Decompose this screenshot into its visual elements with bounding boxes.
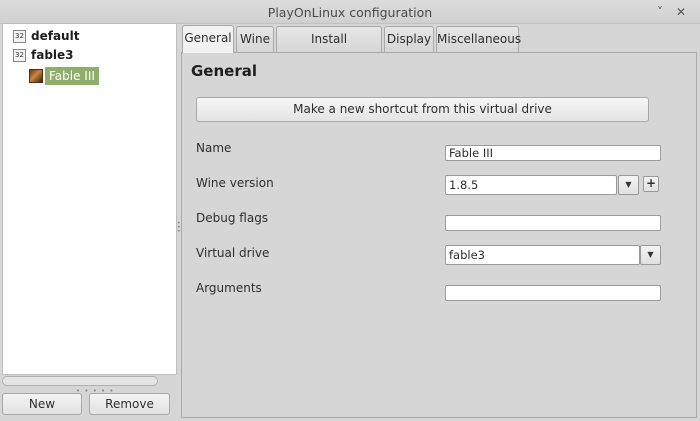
add-wine-version-button[interactable]: + bbox=[643, 176, 659, 192]
wine-version-label: Wine version bbox=[196, 176, 274, 190]
minimize-icon[interactable]: ˅ bbox=[652, 4, 668, 20]
wine-version-select[interactable]: 1.8.5 bbox=[445, 175, 617, 195]
tab-display[interactable]: Display bbox=[384, 26, 434, 52]
arguments-field[interactable] bbox=[445, 285, 661, 301]
name-field[interactable]: Fable III bbox=[445, 145, 661, 161]
tab-general[interactable]: General bbox=[182, 25, 234, 53]
tab-wine[interactable]: Wine bbox=[236, 26, 274, 52]
splitter-grip-icon[interactable]: • • • bbox=[177, 221, 181, 236]
chevron-down-icon[interactable]: ▼ bbox=[618, 175, 639, 195]
tree-item-default[interactable]: 32 default bbox=[13, 27, 79, 45]
horizontal-scrollbar[interactable] bbox=[2, 376, 158, 386]
remove-button[interactable]: Remove bbox=[89, 393, 170, 415]
close-icon[interactable]: ✕ bbox=[673, 4, 689, 20]
new-button[interactable]: New bbox=[2, 393, 82, 415]
make-shortcut-button[interactable]: Make a new shortcut from this virtual dr… bbox=[196, 97, 649, 122]
tab-miscellaneous[interactable]: Miscellaneous bbox=[436, 26, 521, 52]
tree-item-fable3[interactable]: 32 fable3 bbox=[13, 46, 74, 64]
name-label: Name bbox=[196, 141, 232, 155]
wine-prefix-icon: 32 bbox=[13, 48, 26, 62]
tree-item-fable-iii[interactable]: Fable III bbox=[29, 67, 99, 85]
game-icon bbox=[29, 69, 43, 83]
arguments-label: Arguments bbox=[196, 281, 262, 295]
debug-flags-field[interactable] bbox=[445, 215, 661, 231]
virtual-drive-label: Virtual drive bbox=[196, 246, 270, 260]
prefix-tree[interactable]: 32 default 32 fable3 Fable III bbox=[2, 23, 177, 375]
window-title: PlayOnLinux configuration bbox=[267, 5, 433, 20]
tree-item-label-selected: Fable III bbox=[45, 67, 99, 85]
tab-install-components[interactable]: Install components bbox=[276, 26, 382, 70]
tree-item-label: default bbox=[31, 29, 80, 43]
title-bar: PlayOnLinux configuration ˅ ✕ bbox=[0, 0, 700, 24]
tree-item-label: fable3 bbox=[31, 48, 74, 62]
chevron-down-icon[interactable]: ▼ bbox=[640, 245, 661, 265]
debug-flags-label: Debug flags bbox=[196, 211, 269, 225]
page-title: General bbox=[191, 62, 257, 80]
virtual-drive-select[interactable]: fable3 bbox=[445, 245, 640, 265]
wine-prefix-icon: 32 bbox=[13, 29, 26, 43]
